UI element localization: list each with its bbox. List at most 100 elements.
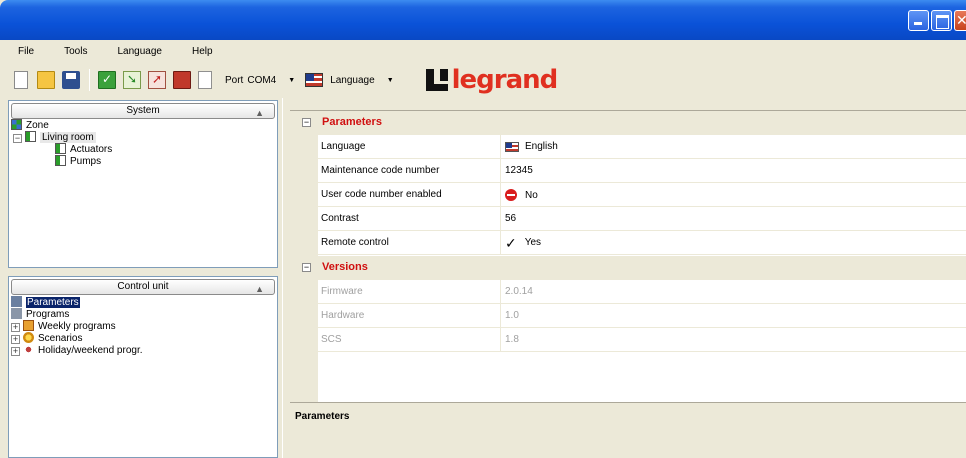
new-icon[interactable]	[14, 71, 28, 89]
tree-node-actuators[interactable]: Actuators	[11, 143, 277, 155]
section-versions[interactable]: − Versions	[290, 256, 966, 280]
property-row-remote-control[interactable]: Remote control ✓ Yes	[318, 231, 966, 255]
expand-icon[interactable]: +	[11, 323, 20, 332]
save-icon[interactable]	[62, 71, 80, 89]
property-value[interactable]: No	[505, 189, 538, 201]
help-title: Parameters	[295, 411, 350, 422]
property-value: 1.0	[505, 310, 519, 321]
tree-node-label: Scenarios	[38, 333, 83, 344]
uk-flag-icon	[505, 141, 519, 152]
menu-file[interactable]: File	[18, 46, 34, 57]
property-value[interactable]: English	[505, 141, 558, 152]
collapse-icon[interactable]: −	[13, 134, 22, 143]
property-row-scs: SCS 1.8	[318, 328, 966, 352]
pump-icon	[55, 155, 66, 166]
tree-node-label: Pumps	[70, 156, 102, 167]
property-row-language[interactable]: Language English	[318, 135, 966, 159]
system-pane-header[interactable]: System ▲	[11, 103, 275, 119]
tree-node-label: Actuators	[70, 144, 113, 155]
menu-bar: File Tools Language Help	[0, 40, 966, 62]
minimize-button[interactable]	[908, 10, 929, 31]
collapse-icon[interactable]: −	[302, 118, 311, 127]
property-value[interactable]: 56	[505, 213, 516, 224]
system-pane-title: System	[126, 105, 160, 116]
legrand-logo-mark	[425, 69, 448, 91]
tree-node-label: Living room	[40, 132, 96, 143]
property-name: Remote control	[321, 237, 389, 248]
collapse-triangle-icon[interactable]: ▲	[255, 106, 264, 120]
uk-flag-icon	[305, 73, 324, 87]
checkmark-icon: ✓	[505, 234, 517, 251]
property-value: 1.8	[505, 334, 519, 345]
expand-icon[interactable]: +	[11, 347, 20, 356]
tree-node-holiday[interactable]: + Holiday/weekend progr.	[11, 344, 277, 356]
property-value: 2.0.14	[505, 286, 533, 297]
property-row-firmware: Firmware 2.0.14	[318, 280, 966, 304]
tree-node-label: Parameters	[26, 297, 80, 308]
property-name: Language	[321, 141, 366, 152]
property-value[interactable]: 12345	[505, 165, 533, 176]
port-label: Port	[225, 74, 244, 86]
tree-node-programs[interactable]: Programs	[11, 308, 277, 320]
chevron-down-icon[interactable]: ▼	[387, 77, 394, 84]
tree-node-label: Programs	[26, 309, 70, 320]
section-title: Versions	[322, 261, 368, 273]
room-icon	[25, 131, 36, 142]
section-parameters[interactable]: − Parameters	[290, 111, 966, 135]
tree-node-label: Zone	[26, 120, 49, 131]
zone-icon	[11, 119, 22, 130]
control-unit-pane: Control unit ▲ Parameters Programs + Week…	[8, 276, 278, 458]
property-name: Hardware	[321, 310, 365, 321]
title-bar[interactable]	[0, 0, 966, 40]
open-folder-icon[interactable]	[37, 71, 55, 89]
vertical-splitter[interactable]	[282, 98, 288, 458]
programs-icon	[11, 308, 22, 319]
send-icon[interactable]	[148, 71, 166, 89]
tree-node-parameters[interactable]: Parameters	[11, 296, 277, 308]
scenario-icon	[23, 332, 34, 343]
legrand-logo: legrand	[425, 67, 558, 93]
tree-node-label: Holiday/weekend progr.	[38, 345, 143, 356]
document-icon[interactable]	[198, 71, 212, 89]
erase-icon[interactable]	[173, 71, 191, 89]
menu-language[interactable]: Language	[117, 46, 162, 57]
receive-icon[interactable]	[123, 71, 141, 89]
property-row-hardware: Hardware 1.0	[318, 304, 966, 328]
toolbar: Port COM4 ▼ Language ▼ legrand	[0, 62, 966, 98]
property-name: Firmware	[321, 286, 363, 297]
menu-help[interactable]: Help	[192, 46, 213, 57]
parameters-icon	[11, 296, 22, 307]
tree-node-weekly-programs[interactable]: + Weekly programs	[11, 320, 277, 332]
language-select[interactable]: Language	[330, 75, 375, 86]
property-row-maintenance-code[interactable]: Maintenance code number 12345	[318, 159, 966, 183]
window-controls	[908, 10, 966, 31]
property-name: Maintenance code number	[321, 165, 440, 176]
port-select[interactable]: COM4	[247, 75, 276, 86]
calendar-icon	[23, 320, 34, 331]
close-button[interactable]	[954, 10, 966, 31]
collapse-icon[interactable]: −	[302, 263, 311, 272]
chevron-down-icon[interactable]: ▼	[288, 77, 295, 84]
expand-icon[interactable]: +	[11, 335, 20, 344]
tree-node-zone[interactable]: Zone	[11, 119, 277, 131]
tree-node-label: Weekly programs	[38, 321, 116, 332]
tree-node-living-room[interactable]: − Living room	[11, 131, 277, 143]
actuator-icon	[55, 143, 66, 154]
system-pane: System ▲ Zone − Living room Actuators Pum…	[8, 100, 278, 268]
section-title: Parameters	[322, 116, 382, 128]
holiday-icon	[23, 344, 34, 355]
property-row-user-code-enabled[interactable]: User code number enabled No	[318, 183, 966, 207]
control-unit-pane-header[interactable]: Control unit ▲	[11, 279, 275, 295]
check-icon[interactable]	[98, 71, 116, 89]
control-unit-pane-title: Control unit	[117, 281, 169, 292]
property-value[interactable]: ✓ Yes	[505, 234, 541, 251]
maximize-button[interactable]	[931, 10, 952, 31]
menu-tools[interactable]: Tools	[64, 46, 87, 57]
help-panel: Parameters	[290, 402, 966, 458]
collapse-triangle-icon[interactable]: ▲	[255, 282, 264, 296]
property-row-contrast[interactable]: Contrast 56	[318, 207, 966, 231]
property-name: User code number enabled	[321, 189, 442, 200]
no-entry-icon	[505, 189, 517, 201]
tree-node-scenarios[interactable]: + Scenarios	[11, 332, 277, 344]
tree-node-pumps[interactable]: Pumps	[11, 155, 277, 167]
